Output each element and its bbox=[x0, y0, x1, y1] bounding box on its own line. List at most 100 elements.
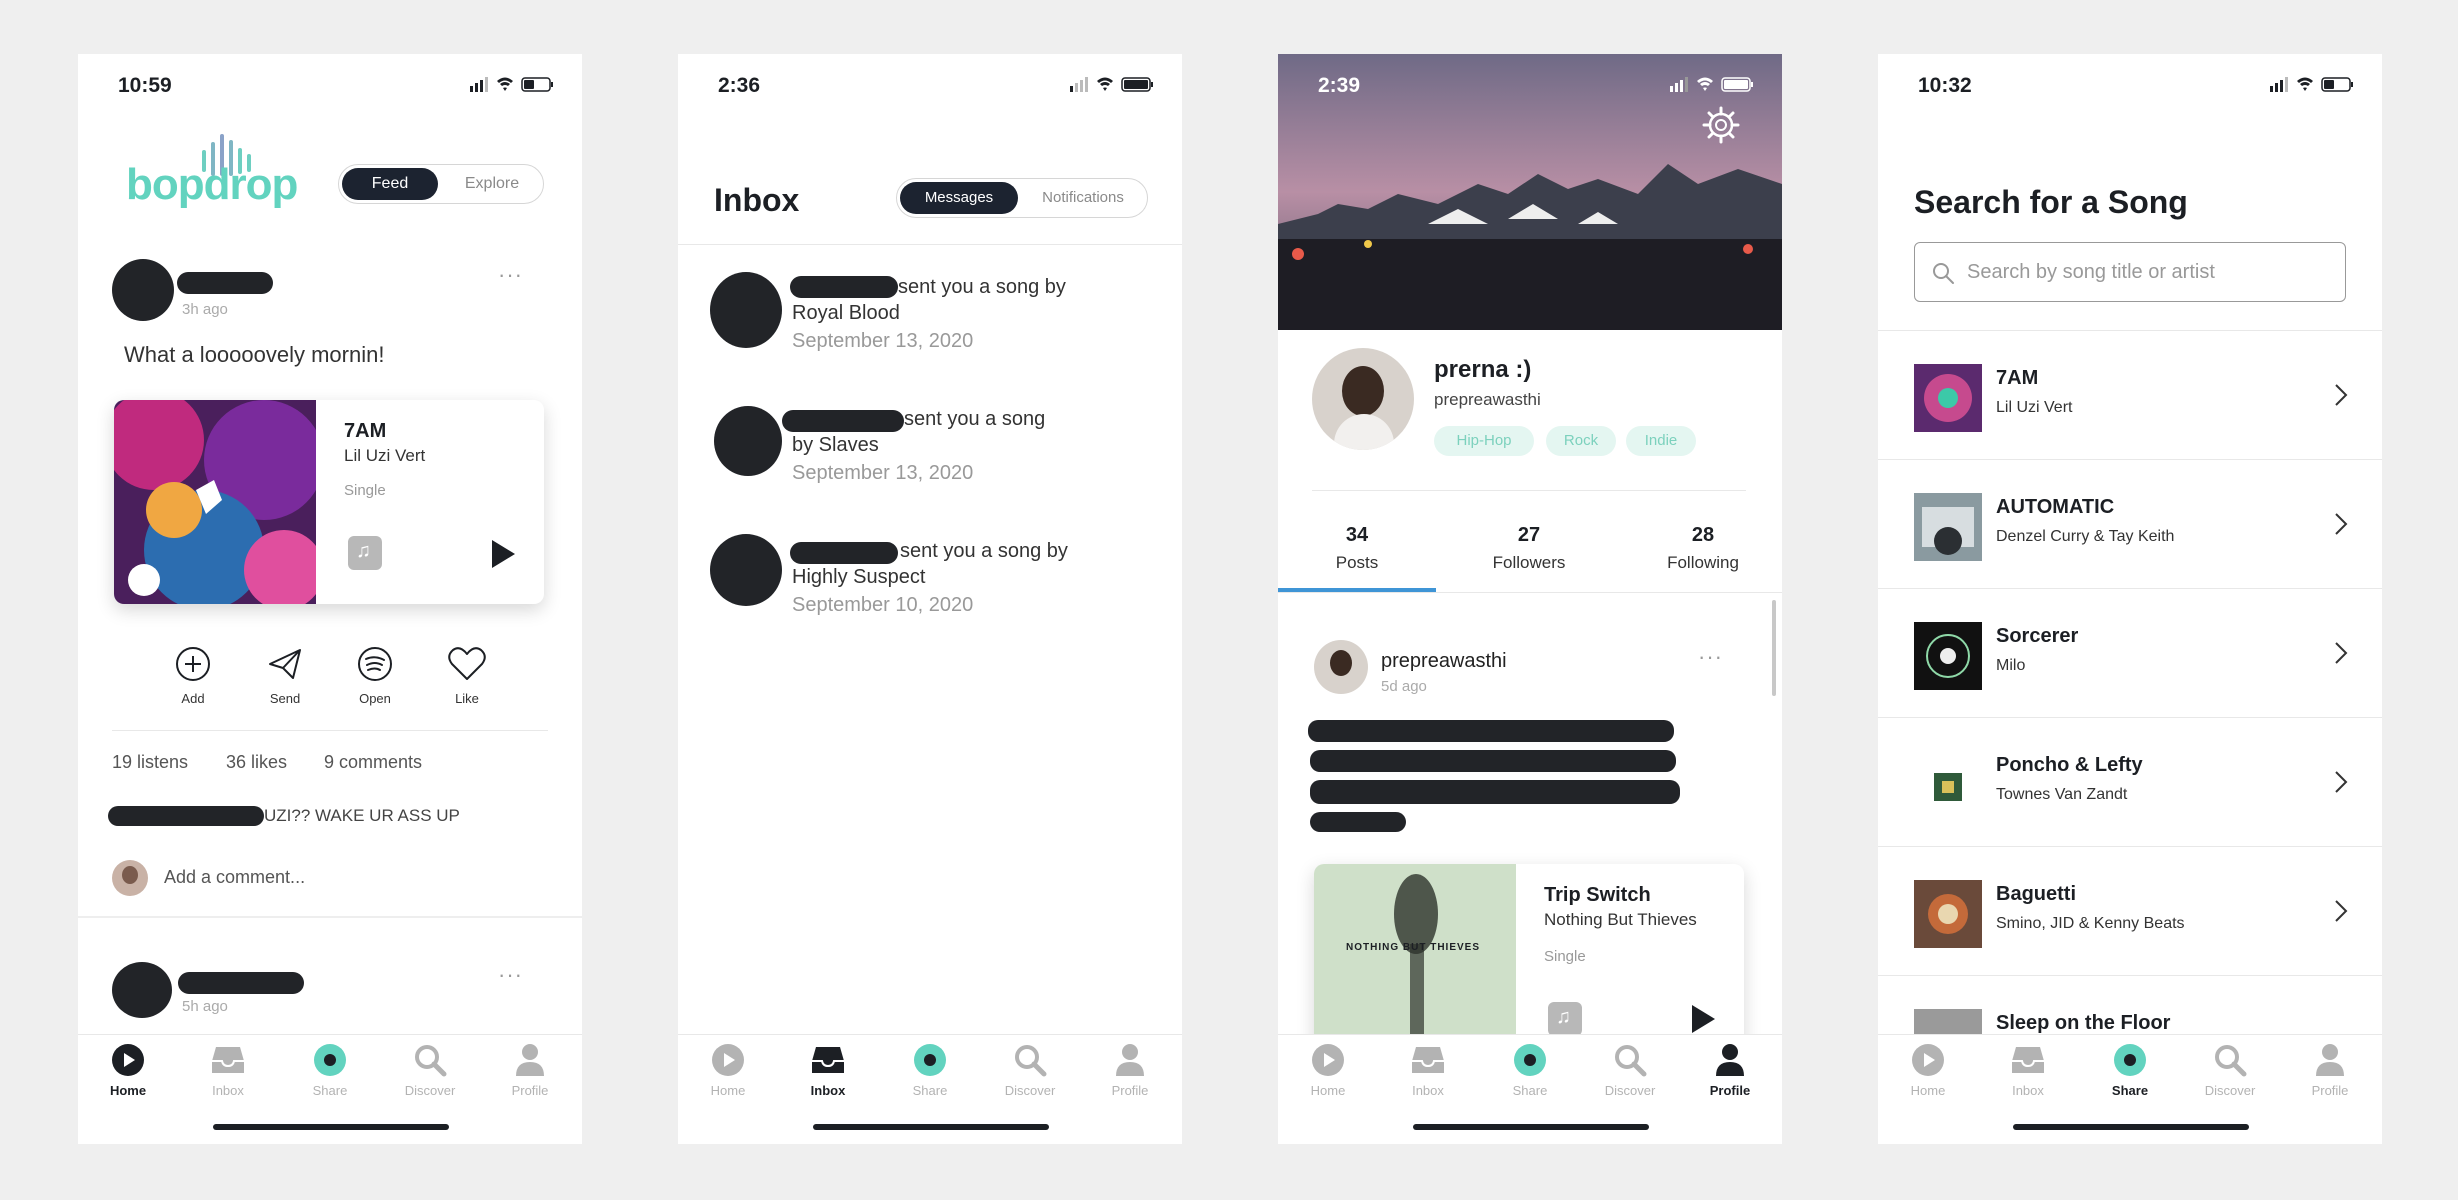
tab-notifications[interactable]: Notifications bbox=[1023, 182, 1143, 214]
tab-profile[interactable]: Profile bbox=[490, 1043, 570, 1098]
avatar[interactable] bbox=[112, 259, 174, 321]
like-button[interactable]: Like bbox=[442, 646, 492, 706]
spotify-icon bbox=[358, 647, 392, 681]
heart-icon bbox=[448, 647, 486, 680]
music-note-icon[interactable]: ♫ bbox=[1548, 1002, 1582, 1036]
message-date: September 13, 2020 bbox=[792, 462, 974, 484]
tab-inbox[interactable]: Inbox bbox=[1388, 1043, 1468, 1098]
magnifier-icon bbox=[1615, 1045, 1647, 1077]
share-disc-icon bbox=[314, 1044, 346, 1076]
tab-discover[interactable]: Discover bbox=[2190, 1043, 2270, 1098]
stat-following[interactable]: 28 Following bbox=[1624, 524, 1782, 573]
home-indicator bbox=[813, 1124, 1049, 1130]
scrollbar[interactable] bbox=[1772, 600, 1776, 696]
stat-followers[interactable]: 27 Followers bbox=[1450, 524, 1608, 573]
status-time: 10:32 bbox=[1918, 74, 1972, 97]
inbox-tray-icon bbox=[2012, 1047, 2044, 1073]
tab-profile[interactable]: Profile bbox=[1090, 1043, 1170, 1098]
redacted-caption bbox=[1310, 750, 1676, 772]
play-circle-icon bbox=[1312, 1044, 1344, 1076]
message-date: September 10, 2020 bbox=[792, 594, 974, 616]
tab-discover[interactable]: Discover bbox=[390, 1043, 470, 1098]
person-icon bbox=[2316, 1044, 2344, 1076]
tab-profile[interactable]: Profile bbox=[2290, 1043, 2370, 1098]
followers-count: 27 bbox=[1517, 524, 1541, 546]
list-item[interactable]: AUTOMATIC Denzel Curry & Tay Keith bbox=[1878, 460, 2382, 589]
tab-home[interactable]: Home bbox=[1288, 1043, 1368, 1098]
tab-share[interactable]: Share bbox=[2090, 1043, 2170, 1098]
status-time: 2:39 bbox=[1318, 74, 1361, 97]
list-item[interactable]: Poncho & Lefty Townes Van Zandt bbox=[1878, 718, 2382, 847]
music-note-icon[interactable]: ♫ bbox=[348, 536, 382, 570]
genre-tags: Hip-Hop Rock Indie bbox=[1434, 426, 1754, 456]
post-username[interactable]: prepreawasthi bbox=[1381, 650, 1507, 673]
messages-notifications-toggle[interactable]: Messages Notifications bbox=[896, 178, 1148, 218]
add-button[interactable]: Add bbox=[168, 646, 218, 706]
avatar[interactable] bbox=[1312, 348, 1414, 450]
comment-text: UZI?? WAKE UR ASS UP bbox=[264, 806, 460, 825]
tab-discover[interactable]: Discover bbox=[990, 1043, 1070, 1098]
divider bbox=[1278, 592, 1782, 593]
inbox-tray-icon bbox=[212, 1047, 244, 1073]
tab-share[interactable]: Share bbox=[1490, 1043, 1570, 1098]
bopdrop-logo: bopdrop bbox=[126, 130, 306, 210]
tab-discover[interactable]: Discover bbox=[1590, 1043, 1670, 1098]
likes-count[interactable]: 36 likes bbox=[226, 752, 287, 773]
album-art bbox=[1914, 751, 1982, 819]
list-item[interactable]: Baguetti Smino, JID & Kenny Beats bbox=[1878, 847, 2382, 976]
search-input[interactable]: Search by song title or artist bbox=[1914, 242, 2346, 302]
redacted-commenter bbox=[108, 806, 264, 826]
song-artist: Denzel Curry & Tay Keith bbox=[1996, 528, 2175, 545]
avatar[interactable] bbox=[112, 962, 172, 1018]
genre-tag[interactable]: Rock bbox=[1546, 426, 1616, 456]
send-button[interactable]: Send bbox=[260, 646, 310, 706]
search-placeholder: Search by song title or artist bbox=[1967, 261, 2215, 283]
more-options-icon[interactable]: ··· bbox=[1698, 644, 1723, 670]
play-circle-icon bbox=[112, 1044, 144, 1076]
posts-count: 34 bbox=[1345, 524, 1369, 546]
feed-explore-toggle[interactable]: Feed Explore bbox=[338, 164, 544, 204]
tab-home[interactable]: Home bbox=[88, 1043, 168, 1098]
like-label: Like bbox=[455, 691, 479, 706]
play-icon[interactable] bbox=[490, 539, 516, 569]
more-options-icon[interactable]: ··· bbox=[498, 262, 523, 288]
list-item[interactable]: sent you a song by Highly Suspect Septem… bbox=[678, 524, 1182, 644]
tab-inbox[interactable]: Inbox bbox=[788, 1043, 868, 1098]
play-icon[interactable] bbox=[1690, 1004, 1716, 1034]
tab-home[interactable]: Home bbox=[688, 1043, 768, 1098]
tab-profile[interactable]: Profile bbox=[1690, 1043, 1770, 1098]
list-item[interactable]: sent you a song by Slaves September 13, … bbox=[678, 392, 1182, 512]
avatar[interactable] bbox=[1314, 640, 1368, 694]
stat-posts[interactable]: 34 Posts bbox=[1278, 524, 1436, 573]
tab-inbox[interactable]: Inbox bbox=[188, 1043, 268, 1098]
search-screen: 10:32 Search for a Song Search by song t… bbox=[1878, 54, 2382, 1144]
song-artist: Lil Uzi Vert bbox=[344, 446, 426, 465]
comment-input[interactable]: Add a comment... bbox=[164, 867, 305, 888]
list-item[interactable]: Sorcerer Milo bbox=[1878, 589, 2382, 718]
list-item[interactable]: sent you a song by Royal Blood September… bbox=[678, 260, 1182, 380]
tab-share[interactable]: Share bbox=[290, 1043, 370, 1098]
tab-feed[interactable]: Feed bbox=[342, 168, 438, 200]
tab-share[interactable]: Share bbox=[890, 1043, 970, 1098]
person-icon bbox=[516, 1044, 544, 1076]
tab-messages[interactable]: Messages bbox=[900, 182, 1018, 214]
list-item[interactable]: 7AM Lil Uzi Vert bbox=[1878, 331, 2382, 460]
open-button[interactable]: Open bbox=[350, 646, 400, 706]
genre-tag[interactable]: Indie bbox=[1626, 426, 1696, 456]
message-date: September 13, 2020 bbox=[792, 330, 974, 352]
page-title: Inbox bbox=[714, 182, 800, 218]
divider bbox=[112, 730, 548, 731]
comments-count[interactable]: 9 comments bbox=[324, 752, 422, 773]
song-card[interactable]: 7AM Lil Uzi Vert Single ♫ bbox=[114, 400, 544, 604]
more-options-icon[interactable]: ··· bbox=[498, 962, 523, 988]
genre-tag[interactable]: Hip-Hop bbox=[1434, 426, 1534, 456]
song-title: 7AM bbox=[1996, 367, 2039, 389]
tab-home[interactable]: Home bbox=[1888, 1043, 1968, 1098]
magnifier-icon bbox=[415, 1045, 447, 1077]
tab-explore[interactable]: Explore bbox=[445, 168, 539, 200]
status-bar: 2:39 bbox=[1278, 54, 1782, 116]
page-title: Search for a Song bbox=[1914, 184, 2188, 220]
person-icon bbox=[1116, 1044, 1144, 1076]
play-circle-icon bbox=[1912, 1044, 1944, 1076]
tab-inbox[interactable]: Inbox bbox=[1988, 1043, 2068, 1098]
